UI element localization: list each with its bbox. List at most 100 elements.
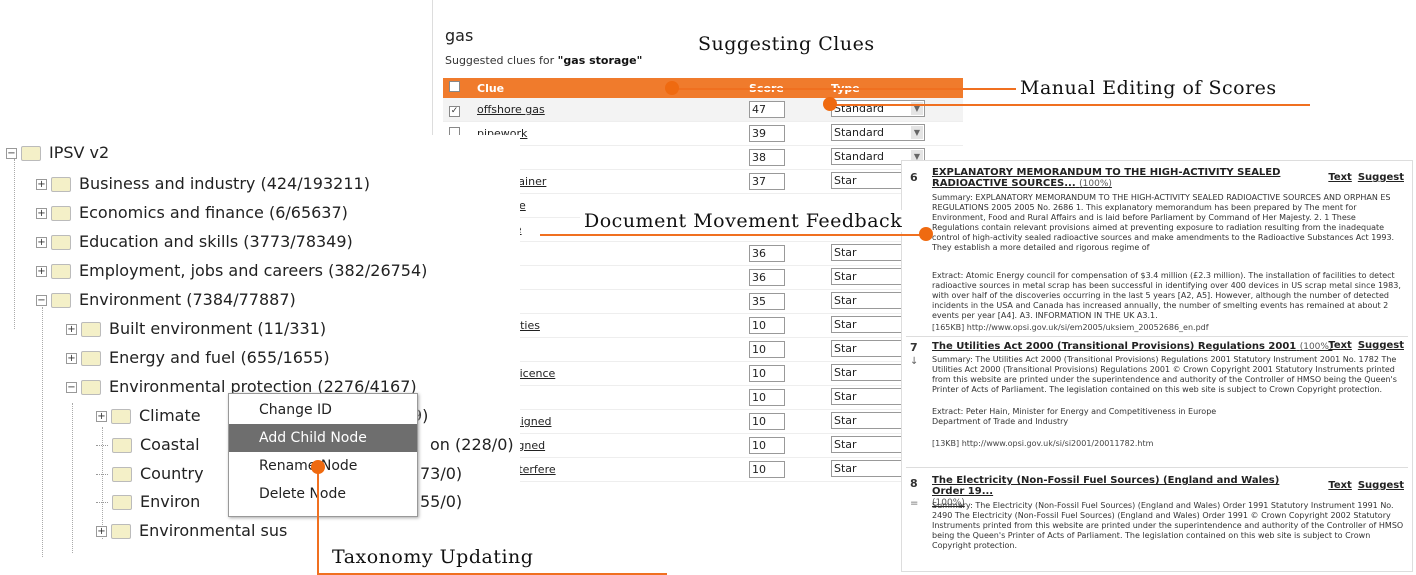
result-extract: Extract: Peter Hain, Minister for Energy…: [932, 407, 1217, 426]
text-link[interactable]: Text: [1328, 172, 1352, 183]
score-input[interactable]: 10: [749, 437, 785, 454]
suggest-link[interactable]: Suggest: [1358, 480, 1404, 491]
tree-node[interactable]: + Energy and fuel (655/1655): [66, 346, 330, 370]
callout-line: [672, 88, 1042, 90]
text-link[interactable]: Text: [1328, 480, 1352, 491]
result-item: 7 ↓ The Utilities Act 2000 (Transitional…: [906, 339, 1408, 469]
folder-icon: [112, 495, 132, 510]
score-input[interactable]: 36: [749, 269, 785, 286]
result-summary: Summary: The Utilities Act 2000 (Transit…: [932, 355, 1397, 394]
score-input[interactable]: 37: [749, 173, 785, 190]
tree-node[interactable]: Environ 55/0): [96, 490, 462, 514]
clue-row: ng gas36Star▼: [443, 265, 963, 290]
clue-link[interactable]: offshore gas: [477, 103, 545, 116]
expand-icon[interactable]: +: [96, 411, 107, 422]
result-rank: 8: [910, 477, 918, 490]
folder-icon: [51, 177, 71, 192]
tree-node[interactable]: + Economics and finance (6/65637): [36, 201, 348, 225]
clue-table: Clue Score Type ✓offshore gas47Standard▼…: [443, 78, 963, 482]
folder-icon: [51, 206, 71, 221]
tree-node[interactable]: Coastal on (228/0): [96, 433, 514, 457]
text-link[interactable]: Text: [1328, 340, 1352, 351]
suggested-clues-label: Suggested clues for "gas storage": [445, 54, 643, 67]
annotation-taxonomy-updating: Taxonomy Updating: [328, 546, 538, 568]
tree-node[interactable]: Country 73/0): [96, 462, 462, 486]
callout-line: [540, 234, 925, 236]
menu-item-add-child-node[interactable]: Add Child Node: [229, 424, 417, 452]
clue-row: 10Star▼: [443, 337, 963, 362]
tree-node[interactable]: − Environment (7384/77887): [36, 288, 296, 312]
suggest-link[interactable]: Suggest: [1358, 172, 1404, 183]
tree-node[interactable]: + Built environment (11/331): [66, 317, 326, 341]
score-input[interactable]: 35: [749, 293, 785, 310]
result-title-link[interactable]: The Utilities Act 2000 (Transitional Pro…: [932, 341, 1332, 353]
collapse-icon[interactable]: −: [6, 148, 17, 159]
result-meta: [165KB] http://www.opsi.gov.uk/si/em2005…: [932, 323, 1209, 332]
chevron-down-icon: ▼: [911, 125, 923, 139]
score-input[interactable]: 10: [749, 341, 785, 358]
tree-node[interactable]: + Education and skills (3773/78349): [36, 230, 353, 254]
tree-root[interactable]: − IPSV v2: [6, 141, 109, 165]
expand-icon[interactable]: +: [66, 324, 77, 335]
expand-icon[interactable]: +: [66, 353, 77, 364]
folder-icon: [51, 264, 71, 279]
score-input[interactable]: 10: [749, 461, 785, 478]
menu-item-change-id[interactable]: Change ID: [229, 396, 417, 424]
divider: [906, 336, 1408, 337]
tree-node[interactable]: + Employment, jobs and careers (382/26754…: [36, 259, 427, 283]
divider: [906, 467, 1408, 468]
callout-line: [830, 104, 1310, 106]
type-select[interactable]: Standard ▼: [831, 123, 925, 141]
folder-icon: [111, 409, 131, 424]
expand-icon[interactable]: +: [96, 526, 107, 537]
folder-icon: [81, 351, 101, 366]
score-input[interactable]: 47: [749, 101, 785, 118]
score-input[interactable]: 10: [749, 413, 785, 430]
callout-dot: [919, 227, 933, 241]
suggested-query: "gas storage": [557, 54, 643, 67]
score-input[interactable]: 36: [749, 245, 785, 262]
clue-row: e36Star▼: [443, 241, 963, 266]
collapse-icon[interactable]: −: [36, 295, 47, 306]
callout-dot: [665, 81, 679, 95]
expand-icon[interactable]: +: [36, 208, 47, 219]
result-meta: [13KB] http://www.opsi.gov.uk/si/si2001/…: [932, 439, 1154, 448]
menu-item-delete-node[interactable]: Delete Node: [229, 480, 417, 508]
score-input[interactable]: 10: [749, 365, 785, 382]
clue-row: ge container37Star▼: [443, 169, 963, 194]
annotation-document-movement: Document Movement Feedback: [580, 210, 907, 232]
score-input[interactable]: 39: [749, 125, 785, 142]
callout-dot: [823, 97, 837, 111]
callout-line: [317, 466, 319, 575]
folder-icon: [81, 322, 101, 337]
collapse-icon[interactable]: −: [66, 382, 77, 393]
clue-row: pipework 39 Standard ▼: [443, 121, 963, 146]
expand-icon[interactable]: +: [36, 237, 47, 248]
tree-node[interactable]: + Environmental sus: [96, 519, 287, 543]
query-title: gas: [445, 26, 474, 45]
tree-node[interactable]: + Business and industry (424/193211): [36, 172, 370, 196]
expand-icon[interactable]: +: [36, 179, 47, 190]
clue-checkbox[interactable]: ✓: [449, 105, 460, 117]
score-input[interactable]: 10: [749, 389, 785, 406]
expand-icon[interactable]: +: [36, 266, 47, 277]
type-select[interactable]: Standard ▼: [831, 99, 925, 117]
folder-icon: [112, 438, 132, 453]
clue-row: essly interfere10Star▼: [443, 457, 963, 482]
result-title-link[interactable]: EXPLANATORY MEMORANDUM TO THE HIGH-ACTIV…: [932, 167, 1292, 190]
folder-icon: [112, 467, 132, 482]
clue-row: ler10Star▼: [443, 385, 963, 410]
down-arrow-icon: ↓: [910, 356, 919, 367]
result-summary: Summary: EXPLANATORY MEMORANDUM TO THE H…: [932, 193, 1395, 252]
score-input[interactable]: 10: [749, 317, 785, 334]
folder-icon: [111, 524, 131, 539]
result-percent: (100%): [1079, 179, 1112, 189]
clue-row: ✓ offshore gas 47 Standard ▼: [443, 98, 963, 122]
score-input[interactable]: 38: [749, 149, 785, 166]
folder-open-icon: [51, 293, 71, 308]
folder-open-icon: [21, 146, 41, 161]
result-item: 6 EXPLANATORY MEMORANDUM TO THE HIGH-ACT…: [906, 165, 1408, 333]
suggest-link[interactable]: Suggest: [1358, 340, 1404, 351]
tree-node[interactable]: + Climate 9): [96, 404, 428, 428]
select-all-checkbox[interactable]: [449, 81, 460, 92]
